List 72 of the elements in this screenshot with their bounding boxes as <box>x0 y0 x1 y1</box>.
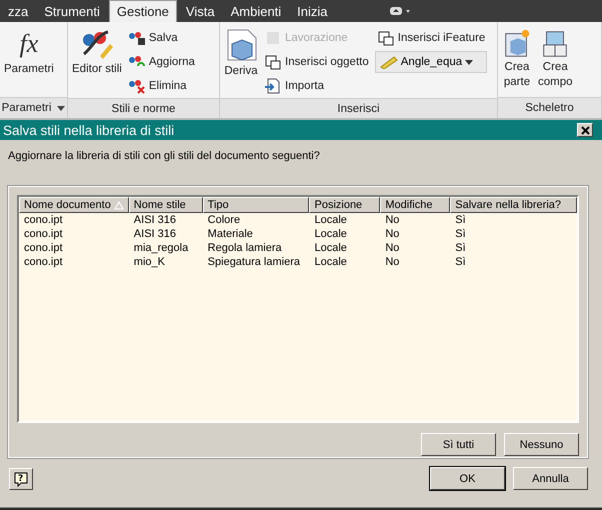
dropdown[interactable]: Angle_equa <box>374 51 488 73</box>
table-cell-text: AISI 316 <box>132 227 177 241</box>
table-cell-text: Locale <box>313 255 348 269</box>
delete-icon <box>128 78 146 94</box>
ribbon-button[interactable]: Inserisci iFeature <box>374 26 488 50</box>
ribbon-button[interactable]: Editor stili <box>70 26 124 92</box>
ribbon-tab[interactable]: zza <box>1 0 36 22</box>
ruler-icon <box>380 55 398 69</box>
panel-title: Scheletro <box>525 102 574 114</box>
column-header[interactable]: Modifiche <box>380 197 450 213</box>
help-label: ? <box>18 474 24 484</box>
ribbon-button[interactable]: Crea compo <box>536 26 575 92</box>
table-cell-text: No <box>384 227 400 241</box>
table-cell-text: No <box>384 213 400 227</box>
table-cell-text: mio_K <box>132 255 166 269</box>
table-cell-text: cono.ipt <box>23 213 64 227</box>
table-cell-text: Sì <box>454 213 467 227</box>
ribbon-tab[interactable]: Inizia <box>290 0 335 22</box>
table-cell-text: cono.ipt <box>23 241 64 255</box>
column-header[interactable]: Salvare nella libreria? <box>450 197 577 213</box>
table-cell-text: Sì <box>454 255 467 269</box>
table-cell-text: mia_regola <box>132 241 190 255</box>
dialog-button[interactable]: Nessuno <box>504 433 579 456</box>
column-header[interactable]: Tipo <box>202 197 310 213</box>
save-icon <box>128 30 146 46</box>
caret-icon[interactable] <box>57 106 66 110</box>
table-cell-text: Locale <box>313 227 348 241</box>
ribbon-tab[interactable]: Ambienti <box>224 0 288 22</box>
dialog-button[interactable]: OK <box>430 467 505 490</box>
ribbon-button[interactable]: Importa <box>262 74 371 98</box>
panel-title: Inserisci <box>337 102 380 114</box>
table-cell-text: AISI 316 <box>132 213 177 227</box>
column-header[interactable]: Nome documento <box>19 197 129 213</box>
ribbon-tab[interactable]: Strumenti <box>37 0 107 22</box>
table-cell-text: Sì <box>454 241 467 255</box>
table-cell-text: cono.ipt <box>23 255 64 269</box>
table-cell-text: Sì <box>454 227 467 241</box>
quick-access-icon[interactable] <box>388 6 411 16</box>
prompt-text: Aggiornare la libreria di stili con gli stili del documento seguenti? <box>7 149 321 164</box>
table-cell-text: cono.ipt <box>23 227 64 241</box>
table-cell-text: Regola lamiera <box>206 241 283 255</box>
dialog-button[interactable]: Sì tutti <box>421 433 496 456</box>
table-cell-text: Locale <box>313 241 348 255</box>
ribbon-button[interactable]: Salva <box>126 26 197 50</box>
table-cell-text: No <box>384 241 400 255</box>
ribbon-button[interactable]: Deriva <box>222 26 260 92</box>
ribbon-button[interactable]: Inserisci oggetto <box>262 50 371 74</box>
caret-icon <box>465 60 474 64</box>
ribbon-tab[interactable]: Gestione <box>108 0 177 22</box>
ribbon-tab[interactable]: Vista <box>178 0 222 22</box>
object-icon <box>264 54 282 70</box>
ribbon-button[interactable]: fx Parametri <box>2 26 56 92</box>
ribbon-button[interactable]: Elimina <box>126 74 197 98</box>
table-cell-text: Materiale <box>206 227 254 241</box>
panel-title: Stili e norme <box>112 102 176 114</box>
table-cell-text: Locale <box>313 213 348 227</box>
help-button[interactable]: ? <box>9 468 33 490</box>
panel-title: Parametri <box>2 102 52 114</box>
import-icon <box>264 78 282 94</box>
part-icon <box>502 28 532 58</box>
column-header[interactable]: Nome stile <box>128 197 203 213</box>
dialog-button[interactable]: Annulla <box>513 467 588 490</box>
close-button[interactable] <box>577 123 593 137</box>
close-icon <box>580 126 590 134</box>
table-cell-text: Colore <box>206 213 242 227</box>
table-cell-text: Spiegatura lamiera <box>206 255 302 269</box>
column-header[interactable]: Posizione <box>309 197 380 213</box>
function-icon: fx <box>20 28 38 60</box>
dialog-title: Salva stili nella libreria di stili <box>3 122 174 138</box>
ribbon-button[interactable]: Crea parte <box>500 26 534 92</box>
ribbon-button[interactable]: Aggiorna <box>126 50 197 74</box>
table-cell-text: No <box>384 255 400 269</box>
